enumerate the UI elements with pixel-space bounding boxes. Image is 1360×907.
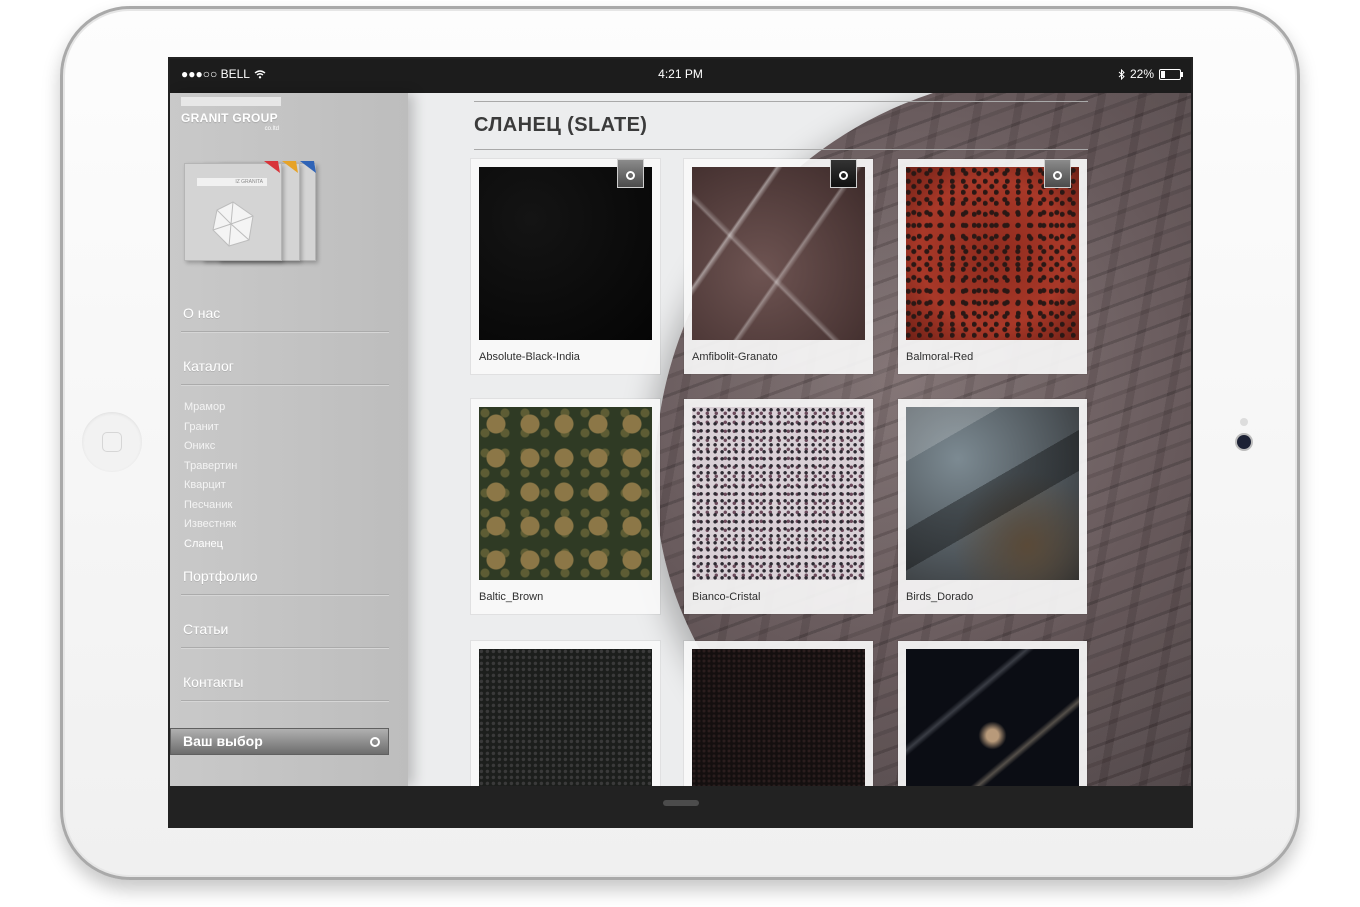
your-choice-button[interactable]: Ваш выбор xyxy=(170,728,389,755)
home-square-icon xyxy=(102,432,122,452)
main-panel: СЛАНЕЦ (SLATE) Absolute-Black-India Amfi… xyxy=(471,93,1174,826)
sidebar-nav: О нас Каталог Мрамор Гранит Оникс Травер… xyxy=(181,301,389,701)
status-time: 4:21 PM xyxy=(658,67,703,81)
stone-label: Balmoral-Red xyxy=(906,351,974,363)
stone-card[interactable]: Balmoral-Red xyxy=(898,159,1087,374)
stone-card[interactable]: Bianco-Cristal xyxy=(684,399,873,614)
pin-button[interactable] xyxy=(617,159,644,188)
battery-icon xyxy=(1159,68,1183,80)
pin-button[interactable] xyxy=(830,159,857,188)
title-divider-bottom xyxy=(474,149,1088,150)
logo-name: GRANIT GROUP xyxy=(181,111,278,125)
ring-icon xyxy=(370,737,380,747)
title-divider-top xyxy=(474,101,1088,102)
stone-swatch xyxy=(692,167,865,340)
stone-card[interactable]: Baltic_Brown xyxy=(471,399,660,614)
stone-swatch xyxy=(479,407,652,580)
pin-button[interactable] xyxy=(1044,159,1071,188)
stone-label: Absolute-Black-India xyxy=(479,351,580,363)
stone-label: Bianco-Cristal xyxy=(692,591,761,603)
status-bar: ●●●○○ BELL 4:21 PM 22% xyxy=(170,59,1191,93)
sidebar-item-articles[interactable]: Статьи xyxy=(181,617,389,648)
ring-icon xyxy=(626,171,635,180)
your-choice-label: Ваш выбор xyxy=(183,733,263,749)
catalog-color-tabs xyxy=(264,161,316,173)
battery-percent: 22% xyxy=(1129,67,1154,81)
catalog-submenu: Мрамор Гранит Оникс Травертин Кварцит Пе… xyxy=(184,398,389,554)
submenu-item-marble[interactable]: Мрамор xyxy=(184,398,389,418)
stone-card[interactable]: Absolute-Black-India xyxy=(471,159,660,374)
logo-sub: co.ltd xyxy=(264,126,279,132)
stone-label: Amfibolit-Granato xyxy=(692,351,778,363)
stone-swatch xyxy=(692,407,865,580)
submenu-item-quartzite[interactable]: Кварцит xyxy=(184,476,389,496)
catalog-card-header: IZ GRANITA xyxy=(197,178,267,186)
stone-swatch xyxy=(479,167,652,340)
diamond-logo-icon xyxy=(212,201,254,247)
page-title: СЛАНЕЦ (SLATE) xyxy=(474,114,648,136)
logo[interactable]: GRANIT GROUP co.ltd xyxy=(181,97,281,132)
ring-icon xyxy=(1053,171,1062,180)
stone-swatch xyxy=(906,407,1079,580)
submenu-item-granite[interactable]: Гранит xyxy=(184,418,389,438)
status-right: 22% xyxy=(1118,67,1183,81)
bottom-bar xyxy=(170,786,1191,826)
drag-handle[interactable] xyxy=(663,800,699,806)
screen: ●●●○○ BELL 4:21 PM 22% GRANIT GROUP co.l… xyxy=(168,57,1193,828)
bluetooth-icon xyxy=(1118,68,1125,80)
submenu-item-onyx[interactable]: Оникс xyxy=(184,437,389,457)
submenu-item-sandstone[interactable]: Песчаник xyxy=(184,496,389,516)
stone-label: Birds_Dorado xyxy=(906,591,974,603)
submenu-item-travertine[interactable]: Травертин xyxy=(184,457,389,477)
sensor-dot xyxy=(1240,418,1248,426)
home-button[interactable] xyxy=(82,412,142,472)
sidebar-item-catalog[interactable]: Каталог xyxy=(181,354,389,385)
logo-bar xyxy=(181,97,281,106)
catalog-card-front: IZ GRANITA xyxy=(184,163,282,261)
stone-swatch xyxy=(906,167,1079,340)
battery-fill xyxy=(1161,70,1165,78)
sidebar-item-contacts[interactable]: Контакты xyxy=(181,670,389,701)
stone-card[interactable]: Amfibolit-Granato xyxy=(684,159,873,374)
sidebar-item-portfolio[interactable]: Портфолио xyxy=(181,564,389,595)
submenu-item-slate[interactable]: Сланец xyxy=(184,535,389,555)
submenu-item-limestone[interactable]: Известняк xyxy=(184,515,389,535)
stone-card[interactable]: Birds_Dorado xyxy=(898,399,1087,614)
camera-icon xyxy=(1237,435,1251,449)
sidebar-item-about[interactable]: О нас xyxy=(181,301,389,332)
stone-label: Baltic_Brown xyxy=(479,591,544,603)
ring-icon xyxy=(839,171,848,180)
sidebar: GRANIT GROUP co.ltd IZ GRANITA О нас Кат… xyxy=(170,93,408,786)
